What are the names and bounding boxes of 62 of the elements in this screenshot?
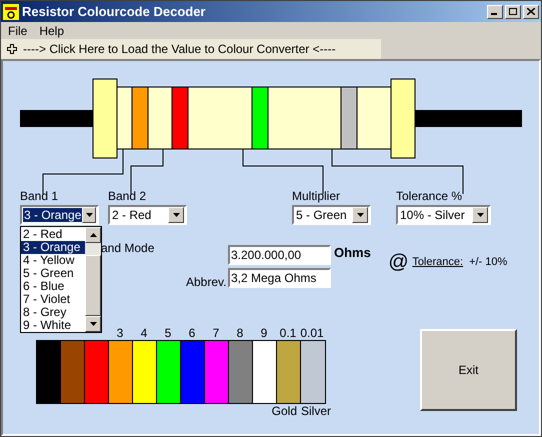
dropdown-option[interactable]: 5 - Green <box>21 267 85 280</box>
digit-label: 0.01 <box>300 326 324 340</box>
exit-button[interactable]: Exit <box>420 329 517 411</box>
digit-label: 3 <box>116 326 124 340</box>
dropdown-value: 5 - Green <box>295 208 348 222</box>
digit-label: 4 <box>140 326 148 340</box>
dropdown-field[interactable]: 3 - Orange <box>20 205 99 225</box>
dropdown-option[interactable]: 9 - White <box>21 319 85 332</box>
dropdown-field[interactable]: 10% - Silver <box>396 205 491 225</box>
mode-label: and Mode <box>101 240 154 257</box>
dropdown-value: 2 - Red <box>111 208 152 222</box>
digit-label: 0.1 <box>280 326 296 340</box>
dropdown-arrow-button[interactable] <box>352 207 368 223</box>
abbrev-label: Abbrev. <box>186 274 226 291</box>
plus-icon <box>7 44 17 54</box>
dropdown-field[interactable]: 5 - Green <box>292 205 371 225</box>
selector-label: Tolerance % <box>396 189 462 203</box>
caret-icon <box>476 213 484 217</box>
dropdown-field[interactable]: 2 - Red <box>108 205 187 225</box>
dropdown-option[interactable]: 4 - Yellow <box>21 254 85 267</box>
scrollbar[interactable] <box>85 227 101 332</box>
at-symbol: @ <box>388 250 408 275</box>
digit-label: 6 <box>188 326 196 340</box>
digit-label: 5 <box>164 326 172 340</box>
digit-label: 9 <box>260 326 268 340</box>
dropdown-value: 3 - Orange <box>23 208 82 222</box>
digit-label: 7 <box>212 326 220 340</box>
dropdown-arrow-button[interactable] <box>168 207 184 223</box>
caret-icon <box>86 213 93 217</box>
unit-label: Ohms <box>334 244 371 262</box>
window-title: Resistor Colourcode Decoder <box>22 2 206 21</box>
menu-item[interactable]: File <box>3 22 32 40</box>
dropdown-value: 10% - Silver <box>399 208 466 222</box>
close-button[interactable] <box>523 4 539 18</box>
digit-label: 8 <box>236 326 244 340</box>
maximize-icon <box>509 8 517 15</box>
abbrev-field[interactable]: 3,2 Mega Ohms <box>228 268 331 288</box>
value-field[interactable]: 3.200.000,00 <box>228 245 331 265</box>
menu-item[interactable]: Help <box>34 22 70 40</box>
selector-label: Multiplier <box>292 189 340 203</box>
close-icon <box>527 8 535 15</box>
dropdown-arrow-button[interactable] <box>82 207 96 223</box>
metal-label: Gold <box>272 404 297 418</box>
scroll-down-icon <box>90 322 96 326</box>
tolerance-value: +/- 10% <box>469 254 508 270</box>
selector-label: Band 2 <box>108 189 146 203</box>
scroll-up-icon <box>90 233 96 237</box>
selector-label: Band 1 <box>20 189 58 203</box>
dropdown-option[interactable]: 8 - Grey <box>21 306 85 319</box>
dropdown-option[interactable]: 2 - Red <box>21 228 85 241</box>
dropdown-option[interactable]: 3 - Orange <box>21 241 85 254</box>
maximize-button[interactable] <box>505 4 521 18</box>
dropdown-arrow-button[interactable] <box>472 207 488 223</box>
dropdown-option[interactable]: 7 - Violet <box>21 293 85 306</box>
metal-label: Silver <box>301 404 332 418</box>
dropdown-option[interactable]: 6 - Blue <box>21 280 85 293</box>
resistor-app-icon <box>3 4 19 20</box>
converter-link-button[interactable]: ----> Click Here to Load the Value to Colour Converter <---- <box>1 39 381 59</box>
tolerance-link[interactable]: Tolerance: <box>412 254 464 270</box>
caret-icon <box>172 213 180 217</box>
minimize-button[interactable] <box>487 4 503 18</box>
caret-icon <box>356 213 364 217</box>
